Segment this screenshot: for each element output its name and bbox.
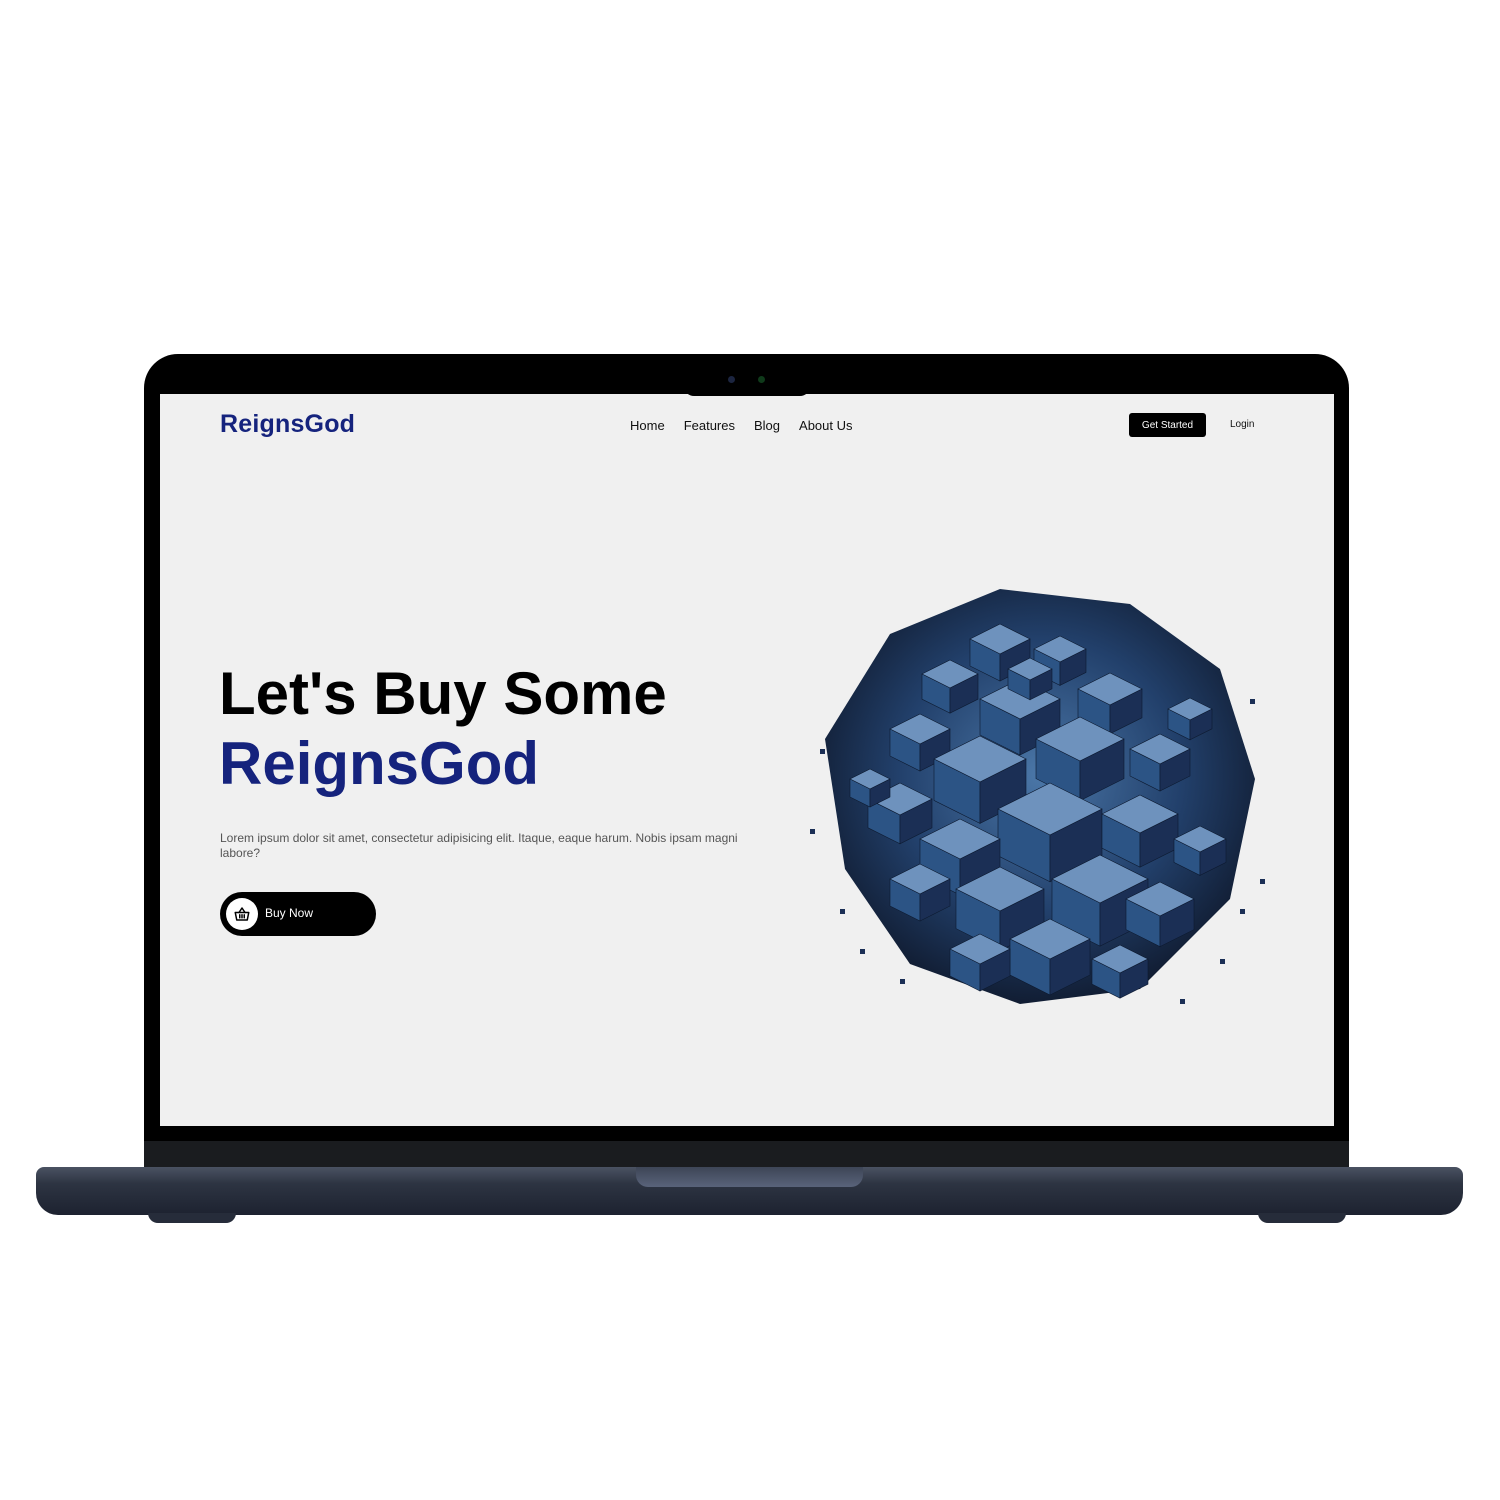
buy-now-label: Buy Now [265, 906, 314, 920]
buy-now-button[interactable]: Buy Now [220, 892, 376, 936]
laptop-foot-right [1258, 1213, 1346, 1223]
laptop-screen: ReignsGod Home Features Blog About Us Ge… [160, 394, 1334, 1126]
hero-description: Lorem ipsum dolor sit amet, consectetur … [220, 831, 738, 860]
camera-lens [728, 376, 735, 383]
camera-notch [684, 354, 810, 396]
cube-cluster-image [810, 589, 1265, 1004]
nav-about-us[interactable]: About Us [799, 418, 852, 433]
nav-home[interactable]: Home [630, 418, 665, 433]
hero-title-line-1: Let's Buy Some [219, 660, 667, 727]
main-nav: Home Features Blog About Us [630, 418, 853, 433]
hero-title-line-2: ReignsGod [219, 730, 540, 797]
laptop-base [36, 1167, 1463, 1215]
get-started-button[interactable]: Get Started [1129, 413, 1206, 437]
brand-logo[interactable]: ReignsGod [220, 410, 355, 439]
laptop-foot-left [148, 1213, 236, 1223]
nav-features[interactable]: Features [684, 418, 735, 433]
login-button[interactable]: Login [1230, 419, 1254, 430]
camera-indicator [758, 376, 765, 383]
basket-icon [226, 898, 258, 930]
screen-chin [144, 1141, 1349, 1169]
nav-blog[interactable]: Blog [754, 418, 780, 433]
lid-opening-notch [636, 1167, 863, 1187]
